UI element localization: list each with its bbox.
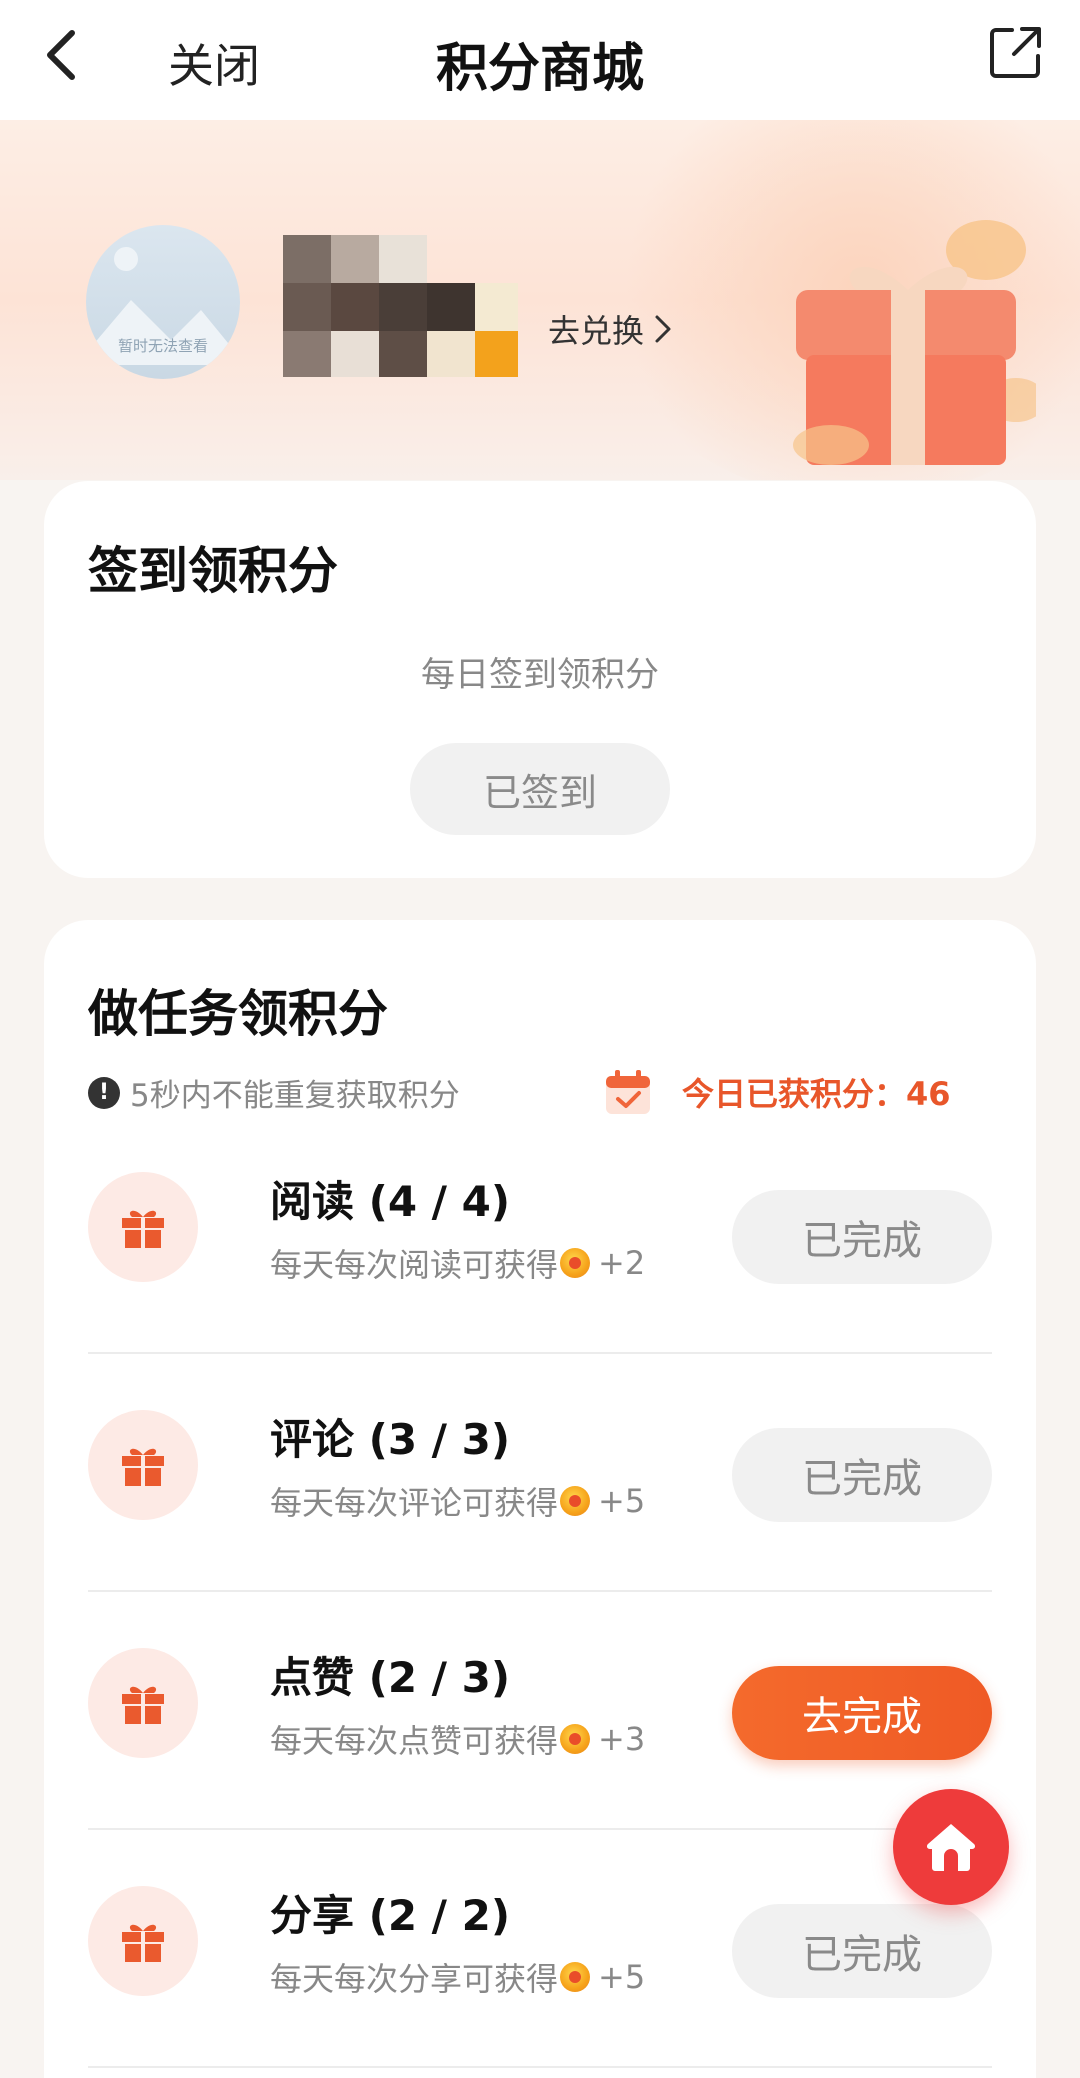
coin-icon	[560, 1248, 591, 1278]
task-name: 分享 (2 / 2)	[270, 1891, 511, 1940]
username-mosaic	[283, 235, 518, 377]
top-navbar: 关闭 积分商城	[0, 0, 1080, 120]
gift-icon	[88, 1410, 198, 1520]
home-button[interactable]	[893, 1789, 1009, 1905]
avatar[interactable]: 暂时无法查看	[86, 225, 240, 379]
today-points-label: 今日已获积分：46	[682, 1075, 951, 1113]
repeat-notice: ! 5秒内不能重复获取积分	[88, 1070, 460, 1115]
go-complete-button[interactable]: 去完成	[732, 1666, 992, 1760]
task-status-button[interactable]: 已完成	[732, 1904, 992, 1998]
sign-in-subtitle: 每日签到领积分	[421, 655, 659, 695]
exchange-label: 去兑换	[548, 312, 645, 350]
task-desc-text: 每天每次阅读可获得	[270, 1246, 559, 1284]
share-external-icon	[990, 27, 1041, 78]
tasks-title: 做任务领积分	[88, 985, 388, 1043]
profile-banner: 暂时无法查看 去兑换	[0, 120, 1080, 480]
chevron-right-icon	[655, 315, 671, 343]
task-status-button[interactable]: 已完成	[732, 1190, 992, 1284]
coin-icon	[560, 1962, 591, 1992]
page-title: 积分商城	[435, 39, 644, 99]
task-desc: 每天每次评论可获得 +5	[270, 1478, 645, 1524]
task-desc-text: 每天每次分享可获得	[270, 1960, 559, 1998]
task-reward: +2	[598, 1244, 646, 1282]
task-desc: 每天每次点赞可获得 +3	[270, 1716, 645, 1762]
calendar-check-icon	[606, 1070, 650, 1114]
divider	[88, 2066, 992, 2068]
task-desc: 每天每次阅读可获得 +2	[270, 1240, 645, 1286]
gift-icon	[88, 1648, 198, 1758]
sign-in-card: 签到领积分 每日签到领积分 已签到	[44, 481, 1036, 878]
divider	[88, 1352, 992, 1354]
avatar-placeholder-mountain-icon	[86, 300, 240, 365]
gift-icon	[88, 1886, 198, 1996]
task-desc: 每天每次分享可获得 +5	[270, 1954, 645, 2000]
task-status-button[interactable]: 已完成	[732, 1428, 992, 1522]
task-desc-text: 每天每次评论可获得	[270, 1484, 559, 1522]
avatar-caption: 暂时无法查看	[117, 337, 208, 355]
task-name: 评论 (3 / 3)	[270, 1415, 511, 1464]
gift-icon	[88, 1172, 198, 1282]
exchange-link[interactable]: 去兑换	[548, 306, 672, 352]
signed-in-button[interactable]: 已签到	[410, 743, 670, 835]
task-reward: +3	[598, 1720, 646, 1758]
home-icon	[926, 1824, 976, 1871]
task-name: 阅读 (4 / 4)	[270, 1177, 511, 1226]
gift-box-illustration	[793, 220, 1036, 465]
coin-icon	[560, 1486, 591, 1516]
today-points: 今日已获积分：46	[602, 1066, 951, 1118]
task-desc-text: 每天每次点赞可获得	[270, 1722, 559, 1760]
coin-icon	[560, 1724, 591, 1754]
tasks-card: 做任务领积分 ! 5秒内不能重复获取积分 今日已获积分：46 阅读 (4 / 4…	[44, 920, 1036, 2078]
task-reward: +5	[598, 1958, 646, 1996]
task-item-like: 点赞 (2 / 3) 每天每次点赞可获得 +3 去完成	[88, 1594, 992, 1830]
task-item-share: 分享 (2 / 2) 每天每次分享可获得 +5 已完成	[88, 1832, 992, 2068]
task-name: 点赞 (2 / 3)	[270, 1653, 511, 1702]
divider	[88, 1828, 992, 1830]
share-button[interactable]	[988, 24, 1044, 80]
repeat-notice-text: 5秒内不能重复获取积分	[130, 1078, 460, 1114]
sign-in-title: 签到领积分	[88, 542, 338, 600]
task-item-read: 阅读 (4 / 4) 每天每次阅读可获得 +2 已完成	[88, 1118, 992, 1354]
task-reward: +5	[598, 1482, 646, 1520]
divider	[88, 1590, 992, 1592]
exclamation-icon: !	[88, 1076, 120, 1109]
task-item-comment: 评论 (3 / 3) 每天每次评论可获得 +5 已完成	[88, 1356, 992, 1592]
